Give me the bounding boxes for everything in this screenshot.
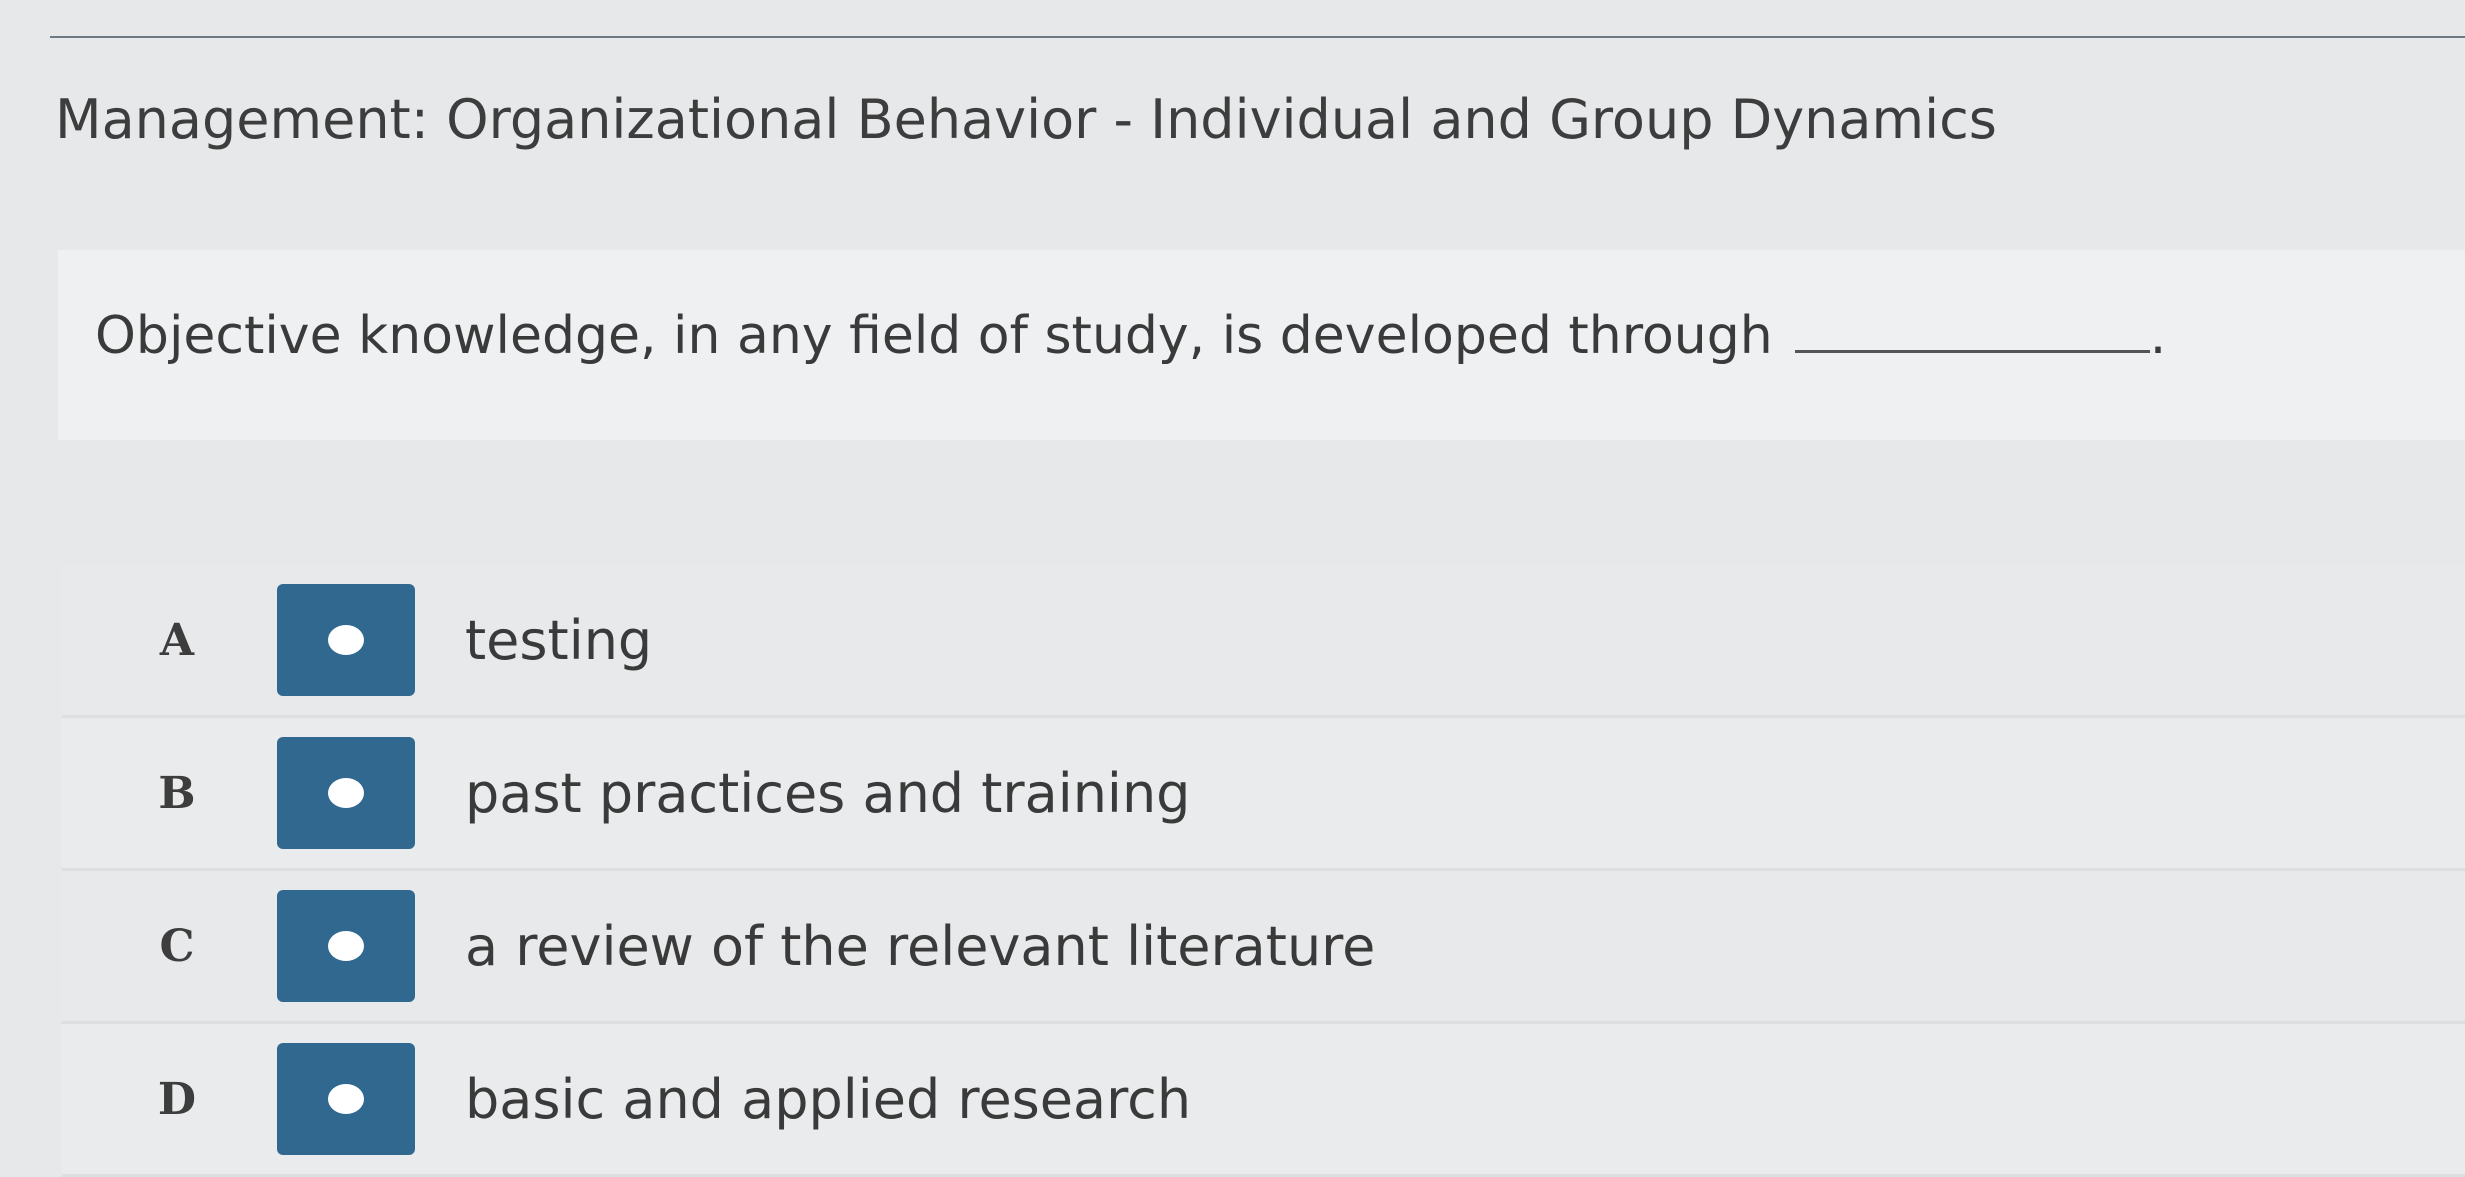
question-suffix: . — [2149, 306, 2167, 366]
answer-option-a[interactable]: A testing — [62, 565, 2465, 718]
answer-text: basic and applied research — [465, 1067, 1192, 1131]
answer-letter: A — [159, 614, 195, 666]
radio-dot-icon — [328, 1084, 364, 1114]
question-prompt: Objective knowledge, in any field of stu… — [95, 300, 2166, 366]
answer-text: testing — [465, 608, 653, 672]
answer-letter: C — [159, 920, 195, 972]
answer-blank — [1794, 300, 2150, 353]
radio-dot-icon — [328, 931, 364, 961]
answer-letter: B — [158, 767, 196, 819]
course-title: Management: Organizational Behavior - In… — [55, 88, 1997, 151]
answer-option-c[interactable]: C a review of the relevant literature — [62, 871, 2465, 1024]
radio-button-d[interactable] — [277, 1043, 415, 1155]
answer-option-b[interactable]: B past practices and training — [62, 718, 2465, 871]
radio-button-c[interactable] — [277, 890, 415, 1002]
answer-option-d[interactable]: D basic and applied research — [62, 1024, 2465, 1177]
answer-letter: D — [157, 1073, 197, 1125]
radio-button-a[interactable] — [277, 584, 415, 696]
radio-dot-icon — [328, 778, 364, 808]
answer-text: a review of the relevant literature — [465, 914, 1376, 978]
header-divider — [50, 36, 2465, 38]
answer-text: past practices and training — [465, 761, 1191, 825]
question-text: Objective knowledge, in any field of stu… — [95, 306, 1773, 366]
answer-list: A testing B past practices and training … — [62, 565, 2465, 1177]
radio-button-b[interactable] — [277, 737, 415, 849]
radio-dot-icon — [328, 625, 364, 655]
